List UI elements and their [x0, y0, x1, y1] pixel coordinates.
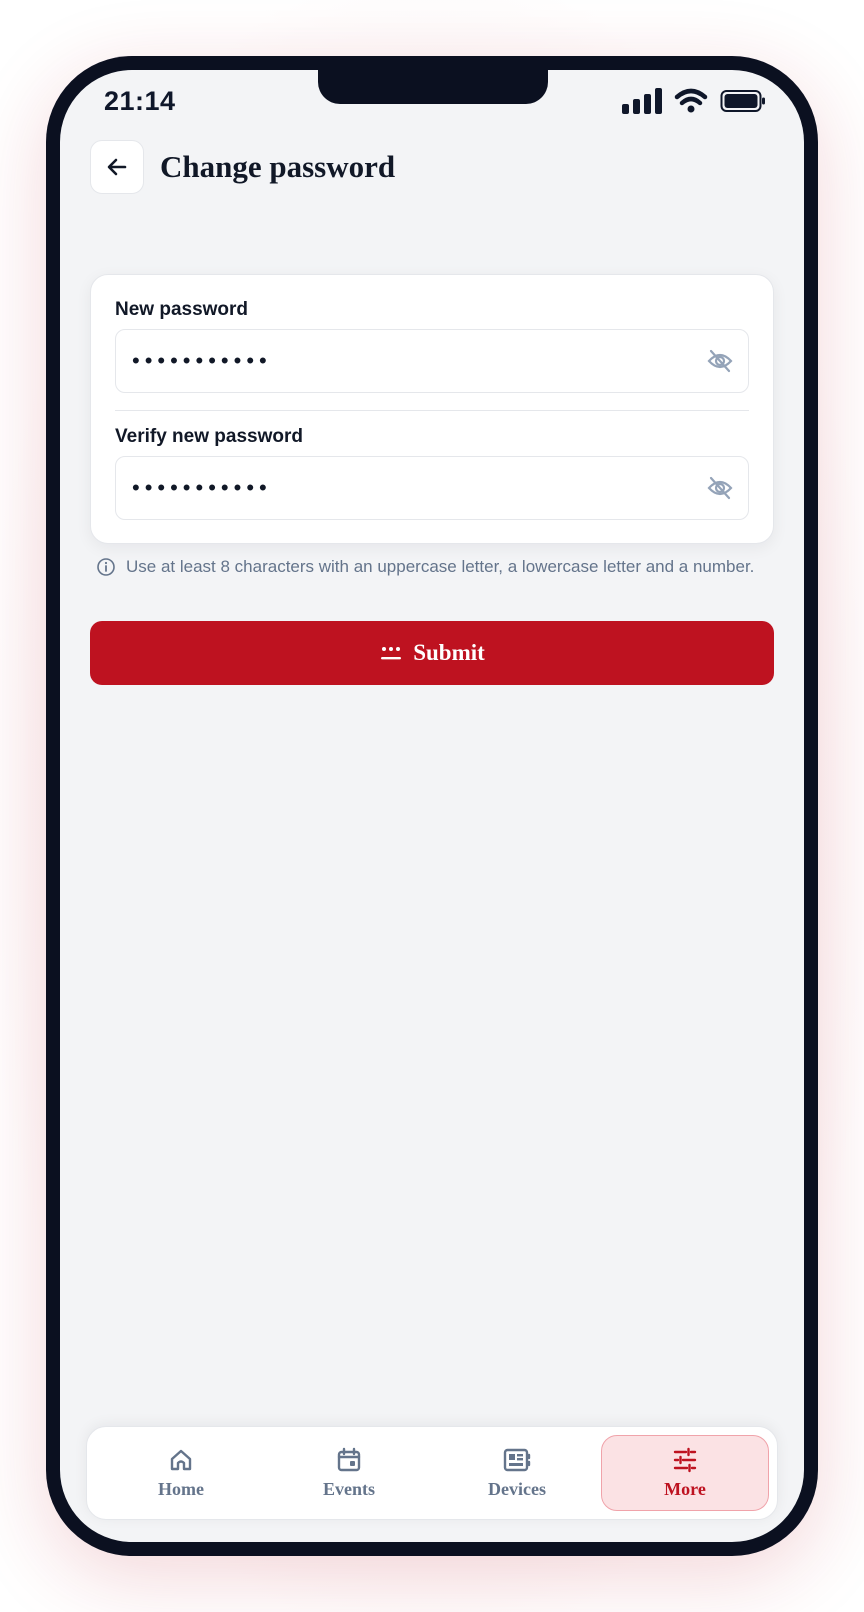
wifi-icon: [674, 88, 708, 113]
calendar-icon: [337, 1447, 361, 1471]
submit-button[interactable]: Submit: [90, 621, 774, 685]
eye-off-icon[interactable]: [706, 348, 734, 374]
nav-label-devices: Devices: [488, 1478, 546, 1499]
page-title: Change password: [160, 149, 396, 184]
devices-icon: [503, 1448, 531, 1471]
password-hint: Use at least 8 characters with an upperc…: [96, 554, 756, 579]
status-icons: [622, 88, 766, 114]
nav-label-events: Events: [322, 1478, 375, 1499]
nav-label-more: More: [664, 1478, 706, 1499]
battery-icon: [720, 90, 765, 112]
new-password-label: New password: [115, 299, 249, 320]
verify-password-input[interactable]: •••••••••••: [115, 456, 749, 520]
phone-frame: 21:14 Change password New password •••••…: [46, 56, 818, 1556]
screen: 21:14 Change password New password •••••…: [60, 70, 804, 1542]
verify-password-label: Verify new password: [115, 426, 303, 447]
submit-label: Submit: [413, 640, 485, 665]
new-password-value: •••••••••••: [132, 348, 272, 373]
notch: [318, 70, 548, 104]
back-button[interactable]: [90, 140, 144, 194]
nav-item-devices[interactable]: Devices: [433, 1435, 601, 1511]
nav-label-home: Home: [158, 1478, 204, 1499]
hint-text: Use at least 8 characters with an upperc…: [126, 557, 755, 576]
bottom-nav: Home Events Devices More: [86, 1426, 778, 1520]
home-icon: [170, 1449, 192, 1470]
info-icon: [97, 558, 115, 576]
page-header: Change password: [90, 140, 395, 194]
nav-item-events[interactable]: Events: [265, 1435, 433, 1511]
nav-item-more[interactable]: More: [601, 1435, 769, 1511]
sliders-icon: [673, 1447, 697, 1472]
signal-icon: [622, 88, 662, 114]
password-icon: [381, 647, 402, 660]
nav-item-home[interactable]: Home: [97, 1435, 265, 1511]
arrow-left-icon: [107, 158, 127, 176]
status-time: 21:14: [104, 86, 176, 116]
eye-off-icon[interactable]: [706, 475, 734, 501]
field-divider: [115, 410, 749, 411]
new-password-input[interactable]: •••••••••••: [115, 329, 749, 393]
password-form-card: New password ••••••••••• Verify new pass…: [90, 274, 774, 544]
verify-password-value: •••••••••••: [132, 475, 272, 500]
